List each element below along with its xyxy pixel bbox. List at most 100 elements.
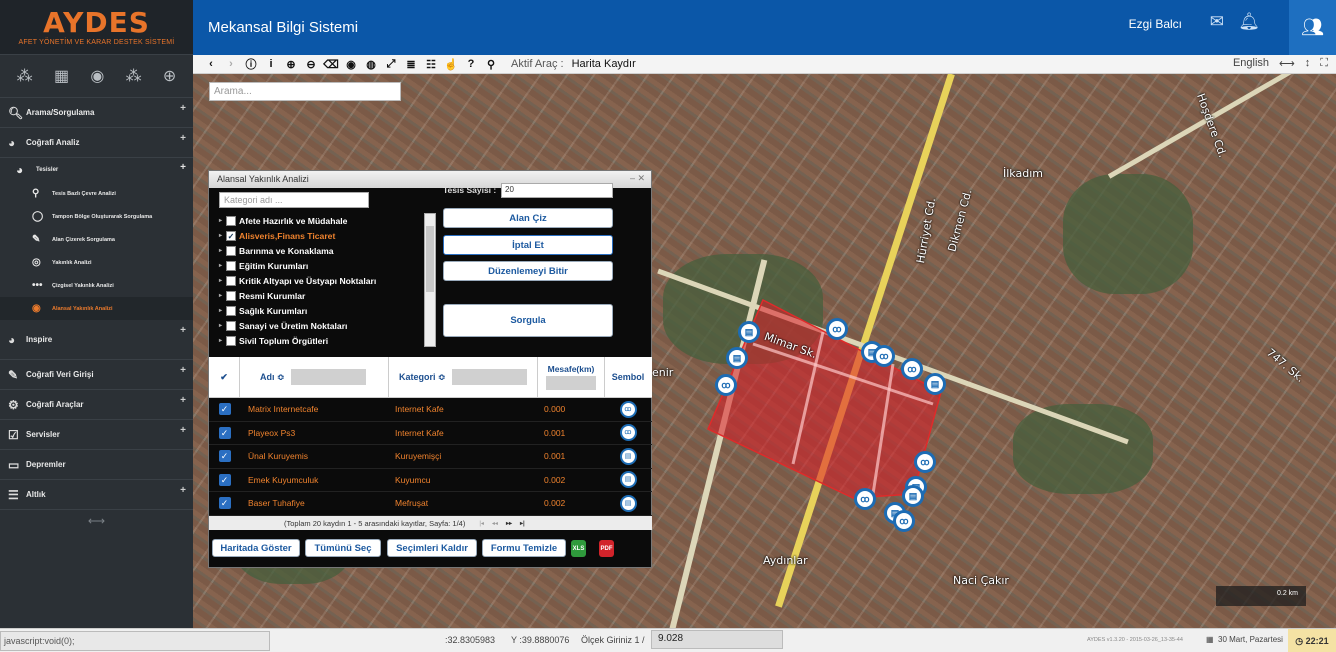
category-item[interactable]: ▸ Sanayi ve Üretim Noktaları <box>219 318 427 333</box>
category-item[interactable]: ▸ Barınma ve Konaklama <box>219 243 427 258</box>
checkbox[interactable] <box>226 305 236 316</box>
sidebar-item-veri-girisi[interactable]: ✎ Coğrafi Veri Girişi + <box>0 360 193 390</box>
expand-icon[interactable]: + <box>180 365 186 376</box>
map-search-input[interactable]: Arama... <box>209 82 401 101</box>
show-on-map-button[interactable]: Haritada Göster <box>212 539 300 557</box>
prev-page-icon[interactable]: ◂◂ <box>492 520 498 527</box>
distance-filter-input[interactable] <box>546 376 596 390</box>
row-checkbox[interactable]: ✓ <box>218 403 231 416</box>
network-icon[interactable]: ⁂ <box>17 66 33 86</box>
hand-icon[interactable]: ☝ <box>441 58 461 71</box>
sidebar-item-araclar[interactable]: ⚙ Coğrafi Araçlar + <box>0 390 193 420</box>
expand-icon[interactable]: + <box>180 133 186 144</box>
list-icon[interactable]: ≣ <box>401 58 421 71</box>
cancel-button[interactable]: İptal Et <box>443 235 613 255</box>
expand-icon[interactable]: + <box>180 325 186 336</box>
checkbox-checked[interactable]: ✓ <box>226 230 236 241</box>
sidebar-item-arama[interactable]: 🔍︎ Arama/Sorgulama + <box>0 98 193 128</box>
draw-area-button[interactable]: Alan Çiz <box>443 208 613 228</box>
mail-icon[interactable]: ✉ <box>1210 12 1224 32</box>
sidebar-subgroup-tesisler[interactable]: ◕ Tesisler + <box>0 158 193 182</box>
chart-icon[interactable]: ▦ <box>54 66 69 86</box>
map-marker-icon[interactable]: ⚲ <box>481 58 501 71</box>
column-header-category[interactable]: Kategori ≎ <box>389 357 538 397</box>
expand-icon[interactable]: + <box>180 103 186 114</box>
tree-expand-icon[interactable]: ▸ <box>219 247 226 254</box>
sidebar-item-alan-cizerek[interactable]: ✎ Alan Çizerek Sorgulama <box>0 228 193 251</box>
table-row[interactable]: ✓ Matrix Internetcafe Internet Kafe 0.00… <box>209 398 652 422</box>
table-row[interactable]: ✓ Playeox Ps3 Internet Kafe 0.001 ꝏ <box>209 422 652 445</box>
scrollbar-thumb[interactable] <box>426 226 434 292</box>
table-row[interactable]: ✓ Emek Kuyumculuk Kuyumcu 0.002 ▤ <box>209 469 652 492</box>
sidebar-item-tampon-bolge[interactable]: ◯ Tampon Bölge Oluşturarak Sorgulama <box>0 205 193 228</box>
table-row[interactable]: ✓ Baser Tuhafiye Mefruşat 0.002 ▤ <box>209 492 652 516</box>
zoom-in-icon[interactable]: ⊕ <box>281 58 301 71</box>
next-page-icon[interactable]: ▸▸ <box>506 520 512 527</box>
row-checkbox[interactable]: ✓ <box>218 473 231 486</box>
map-marker[interactable]: ꝏ <box>901 358 923 380</box>
sidebar-item-servisler[interactable]: ☑ Servisler + <box>0 420 193 450</box>
checkbox[interactable] <box>226 335 236 346</box>
checkbox[interactable] <box>226 260 236 271</box>
window-controls[interactable]: – ✕ <box>630 173 645 184</box>
fullscreen-icon[interactable]: ⛶ <box>1320 57 1328 70</box>
info-circle-icon[interactable]: ⓘ <box>241 56 261 72</box>
expand-icon[interactable]: + <box>180 485 186 496</box>
map-marker[interactable]: ꝏ <box>893 510 915 532</box>
tree-expand-icon[interactable]: ▸ <box>219 337 226 344</box>
map-marker[interactable]: ▤ <box>738 321 760 343</box>
excel-export-icon[interactable]: XLS <box>571 540 586 557</box>
tesis-count-input[interactable]: 20 <box>501 183 613 198</box>
query-button[interactable]: Sorgula <box>443 304 613 337</box>
last-page-icon[interactable]: ▸| <box>520 520 525 527</box>
help-icon[interactable]: ? <box>461 58 481 70</box>
resize-arrows-icon[interactable]: ⟷ <box>0 514 193 528</box>
category-scrollbar[interactable] <box>424 213 436 347</box>
sidebar-item-yakinlik[interactable]: ◎ Yakınlık Analizi <box>0 251 193 274</box>
row-checkbox[interactable]: ✓ <box>218 450 231 463</box>
first-page-icon[interactable]: |◂ <box>479 520 484 527</box>
users-icon[interactable]: 👥︎ <box>1289 0 1336 55</box>
checkbox[interactable] <box>226 245 236 256</box>
select-all-button[interactable]: Tümünü Seç <box>305 539 381 557</box>
sidebar-item-cizgisel[interactable]: ••• Çizgisel Yakınlık Analizi <box>0 274 193 297</box>
expand-icon[interactable]: + <box>180 162 186 173</box>
language-link[interactable]: English <box>1233 57 1269 70</box>
tree-expand-icon[interactable]: ▸ <box>219 232 226 239</box>
sidebar-item-cografi-analiz[interactable]: ◕ Coğrafi Analiz + <box>0 128 193 158</box>
map-marker[interactable]: ꝏ <box>826 318 848 340</box>
logo[interactable]: AYDES AFET YÖNETİM VE KARAR DESTEK SİSTE… <box>0 0 193 55</box>
back-icon[interactable]: ‹ <box>201 58 221 70</box>
checkbox[interactable] <box>226 290 236 301</box>
globe-icon[interactable]: ◍ <box>361 58 381 71</box>
tree-expand-icon[interactable]: ▸ <box>219 277 226 284</box>
globe-icon[interactable]: ⊕ <box>163 66 176 86</box>
tree-icon[interactable]: ⁂ <box>126 66 142 86</box>
row-checkbox[interactable]: ✓ <box>218 426 231 439</box>
checkbox[interactable] <box>226 215 236 226</box>
width-icon[interactable]: ⟷ <box>1279 57 1295 70</box>
bell-icon[interactable]: 🔔︎ <box>1238 12 1260 32</box>
map-marker[interactable]: ꝏ <box>715 374 737 396</box>
checkbox[interactable] <box>226 320 236 331</box>
height-icon[interactable]: ↕ <box>1305 57 1311 70</box>
category-search-input[interactable]: Kategori adı ... <box>219 192 369 208</box>
map-marker[interactable]: ꝏ <box>873 345 895 367</box>
sidebar-item-inspire[interactable]: ◕ Inspire + <box>0 320 193 360</box>
category-filter-input[interactable] <box>451 369 527 385</box>
category-item[interactable]: ▸ Eğitim Kurumları <box>219 258 427 273</box>
info-icon[interactable]: i <box>261 58 281 70</box>
category-item[interactable]: ▸ ✓ Alisveris,Finans Ticaret <box>219 228 427 243</box>
category-item[interactable]: ▸ Resmi Kurumlar <box>219 288 427 303</box>
select-all-check-icon[interactable]: ✔ <box>209 357 240 397</box>
scale-input[interactable]: 9.028 <box>651 630 783 649</box>
clear-selection-button[interactable]: Seçimleri Kaldır <box>387 539 477 557</box>
map-marker[interactable]: ꝏ <box>914 451 936 473</box>
column-header-distance[interactable]: Mesafe(km) <box>538 357 605 397</box>
zoom-out-icon[interactable]: ⊖ <box>301 58 321 71</box>
sidebar-item-alansal[interactable]: ◉ Alansal Yakınlık Analizi <box>0 297 193 320</box>
row-checkbox[interactable]: ✓ <box>218 497 231 510</box>
name-filter-input[interactable] <box>290 369 366 385</box>
forward-icon[interactable]: › <box>221 58 241 70</box>
sidebar-item-tesis-cevre[interactable]: ⚲ Tesis Bazlı Çevre Analizi <box>0 182 193 205</box>
